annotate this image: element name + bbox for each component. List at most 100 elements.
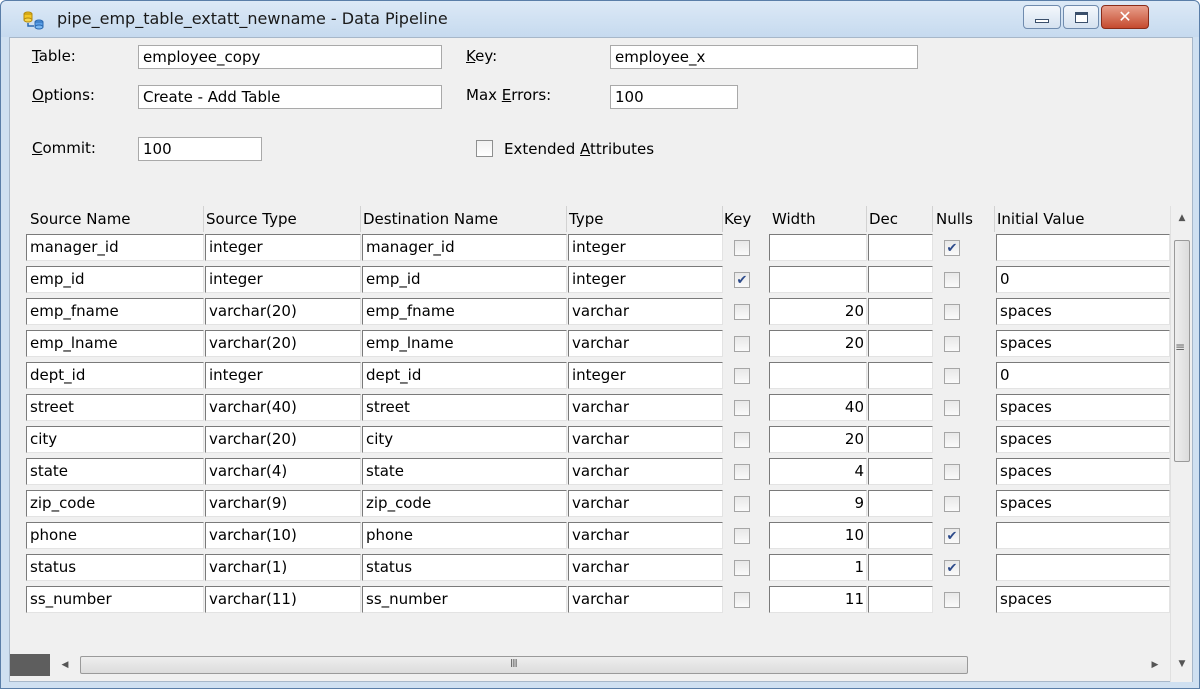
cell-initial-value[interactable] bbox=[996, 522, 1170, 549]
nulls-checkbox[interactable] bbox=[944, 496, 960, 512]
nulls-checkbox[interactable]: ✔ bbox=[944, 240, 960, 256]
cell-width[interactable]: 40 bbox=[769, 394, 867, 421]
header-type[interactable]: Type bbox=[569, 210, 603, 228]
table-row[interactable]: phone varchar(10) phone varchar 10 ✔ bbox=[10, 520, 1170, 550]
nulls-checkbox[interactable] bbox=[944, 304, 960, 320]
cell-type[interactable]: integer bbox=[568, 266, 723, 293]
nulls-checkbox[interactable] bbox=[944, 336, 960, 352]
cell-initial-value[interactable]: spaces bbox=[996, 458, 1170, 485]
nulls-checkbox[interactable] bbox=[944, 464, 960, 480]
cell-source-name[interactable]: emp_lname bbox=[26, 330, 204, 357]
cell-source-type[interactable]: integer bbox=[205, 362, 361, 389]
header-key[interactable]: Key bbox=[724, 210, 751, 228]
cell-source-name[interactable]: status bbox=[26, 554, 204, 581]
cell-type[interactable]: integer bbox=[568, 362, 723, 389]
table-row[interactable]: state varchar(4) state varchar 4 spaces bbox=[10, 456, 1170, 486]
cell-dec[interactable] bbox=[868, 298, 933, 325]
cell-dec[interactable] bbox=[868, 426, 933, 453]
cell-type[interactable]: varchar bbox=[568, 330, 723, 357]
cell-source-name[interactable]: zip_code bbox=[26, 490, 204, 517]
cell-width[interactable]: 4 bbox=[769, 458, 867, 485]
table-row[interactable]: emp_lname varchar(20) emp_lname varchar 20 sp… bbox=[10, 328, 1170, 358]
cell-dec[interactable] bbox=[868, 458, 933, 485]
scroll-right-icon[interactable]: ▶ bbox=[1146, 656, 1164, 674]
cell-initial-value[interactable]: spaces bbox=[996, 426, 1170, 453]
scroll-down-icon[interactable]: ▼ bbox=[1171, 654, 1193, 674]
cell-type[interactable]: varchar bbox=[568, 426, 723, 453]
cell-destination-name[interactable]: status bbox=[362, 554, 567, 581]
header-nulls[interactable]: Nulls bbox=[936, 210, 973, 228]
header-destination-name[interactable]: Destination Name bbox=[363, 210, 498, 228]
cell-source-type[interactable]: varchar(40) bbox=[205, 394, 361, 421]
cell-destination-name[interactable]: city bbox=[362, 426, 567, 453]
nulls-checkbox[interactable] bbox=[944, 592, 960, 608]
minimize-button[interactable] bbox=[1023, 5, 1061, 29]
nulls-checkbox[interactable] bbox=[944, 368, 960, 384]
cell-width[interactable] bbox=[769, 266, 867, 293]
cell-type[interactable]: varchar bbox=[568, 458, 723, 485]
cell-width[interactable]: 11 bbox=[769, 586, 867, 613]
close-button[interactable]: ✕ bbox=[1101, 5, 1149, 29]
horizontal-scroll-thumb[interactable] bbox=[80, 656, 968, 674]
max-errors-field[interactable]: 100 bbox=[610, 85, 738, 109]
cell-destination-name[interactable]: ss_number bbox=[362, 586, 567, 613]
extended-attributes-label[interactable]: Extended Attributes bbox=[504, 140, 654, 158]
table-row[interactable]: manager_id integer manager_id integer ✔ bbox=[10, 232, 1170, 262]
cell-dec[interactable] bbox=[868, 330, 933, 357]
header-source-type[interactable]: Source Type bbox=[206, 210, 297, 228]
table-row[interactable]: emp_fname varchar(20) emp_fname varchar 20 sp… bbox=[10, 296, 1170, 326]
cell-width[interactable] bbox=[769, 234, 867, 261]
nulls-checkbox[interactable] bbox=[944, 432, 960, 448]
cell-dec[interactable] bbox=[868, 554, 933, 581]
horizontal-scrollbar[interactable]: ◀ III ▶ bbox=[10, 648, 1170, 681]
cell-type[interactable]: varchar bbox=[568, 298, 723, 325]
cell-type[interactable]: varchar bbox=[568, 554, 723, 581]
header-width[interactable]: Width bbox=[772, 210, 816, 228]
cell-width[interactable]: 1 bbox=[769, 554, 867, 581]
cell-initial-value[interactable] bbox=[996, 234, 1170, 261]
cell-source-type[interactable]: varchar(10) bbox=[205, 522, 361, 549]
cell-destination-name[interactable]: zip_code bbox=[362, 490, 567, 517]
nulls-checkbox[interactable]: ✔ bbox=[944, 528, 960, 544]
cell-initial-value[interactable]: spaces bbox=[996, 298, 1170, 325]
cell-source-type[interactable]: varchar(9) bbox=[205, 490, 361, 517]
cell-initial-value[interactable] bbox=[996, 554, 1170, 581]
scroll-left-icon[interactable]: ◀ bbox=[56, 656, 74, 674]
cell-source-name[interactable]: street bbox=[26, 394, 204, 421]
table-field[interactable]: employee_copy bbox=[138, 45, 442, 69]
cell-source-type[interactable]: varchar(20) bbox=[205, 426, 361, 453]
cell-type[interactable]: varchar bbox=[568, 586, 723, 613]
cell-width[interactable]: 10 bbox=[769, 522, 867, 549]
cell-width[interactable]: 20 bbox=[769, 426, 867, 453]
cell-destination-name[interactable]: emp_fname bbox=[362, 298, 567, 325]
key-checkbox[interactable] bbox=[734, 528, 750, 544]
commit-field[interactable]: 100 bbox=[138, 137, 262, 161]
key-checkbox[interactable] bbox=[734, 304, 750, 320]
cell-source-name[interactable]: dept_id bbox=[26, 362, 204, 389]
table-row[interactable]: street varchar(40) street varchar 40 spaces bbox=[10, 392, 1170, 422]
cell-width[interactable]: 9 bbox=[769, 490, 867, 517]
cell-source-name[interactable]: manager_id bbox=[26, 234, 204, 261]
cell-initial-value[interactable]: spaces bbox=[996, 330, 1170, 357]
cell-initial-value[interactable]: 0 bbox=[996, 266, 1170, 293]
cell-source-name[interactable]: emp_id bbox=[26, 266, 204, 293]
cell-source-name[interactable]: ss_number bbox=[26, 586, 204, 613]
cell-dec[interactable] bbox=[868, 362, 933, 389]
cell-destination-name[interactable]: manager_id bbox=[362, 234, 567, 261]
cell-destination-name[interactable]: street bbox=[362, 394, 567, 421]
key-checkbox[interactable] bbox=[734, 464, 750, 480]
cell-destination-name[interactable]: emp_id bbox=[362, 266, 567, 293]
cell-dec[interactable] bbox=[868, 522, 933, 549]
cell-source-name[interactable]: city bbox=[26, 426, 204, 453]
cell-source-type[interactable]: varchar(11) bbox=[205, 586, 361, 613]
cell-destination-name[interactable]: state bbox=[362, 458, 567, 485]
cell-initial-value[interactable]: spaces bbox=[996, 490, 1170, 517]
title-bar[interactable]: pipe_emp_table_extatt_newname - Data Pip… bbox=[1, 1, 1199, 37]
extended-attributes-checkbox[interactable] bbox=[476, 140, 493, 157]
header-initial-value[interactable]: Initial Value bbox=[997, 210, 1084, 228]
key-checkbox[interactable] bbox=[734, 496, 750, 512]
cell-initial-value[interactable]: spaces bbox=[996, 586, 1170, 613]
cell-type[interactable]: integer bbox=[568, 234, 723, 261]
cell-type[interactable]: varchar bbox=[568, 522, 723, 549]
scroll-up-icon[interactable]: ▲ bbox=[1171, 208, 1193, 228]
